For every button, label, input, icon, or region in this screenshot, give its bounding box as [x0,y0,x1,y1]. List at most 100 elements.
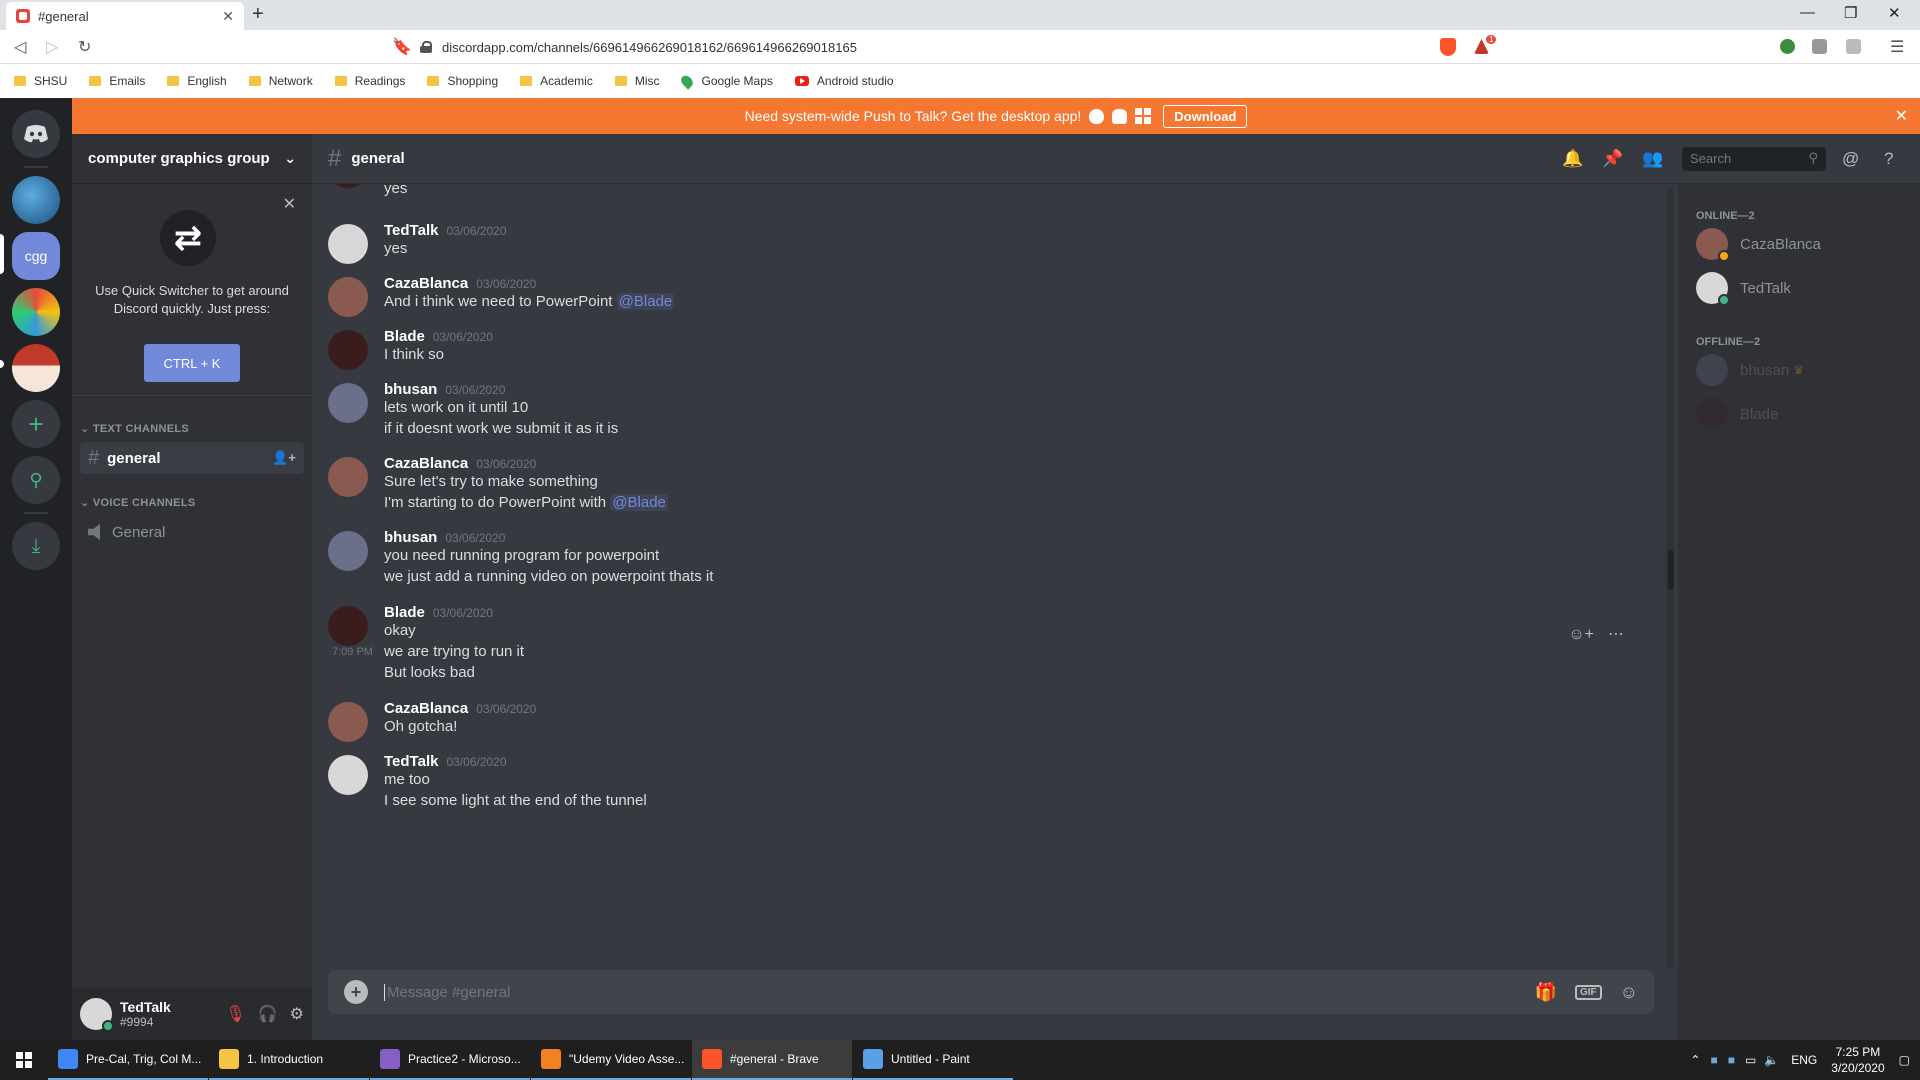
more-options-icon[interactable]: ⋯ [1608,626,1624,643]
volume-icon[interactable]: 🔈 [1764,1053,1779,1067]
tray-app-icon-2[interactable]: ■ [1728,1053,1735,1067]
text-channels-category[interactable]: ⌄ TEXT CHANNELS [80,422,189,435]
extension-globe-icon[interactable] [1780,39,1795,54]
windows-icon[interactable] [1135,108,1152,124]
download-button[interactable]: Download [1163,104,1248,128]
download-apps-icon[interactable]: ⤓ [12,522,60,570]
server-cgg[interactable]: cgg [12,232,60,280]
taskbar-app[interactable]: #general - Brave [692,1040,852,1080]
bookmark-item[interactable]: Misc [614,74,660,88]
discord-home-icon[interactable] [12,110,60,158]
gift-icon[interactable]: 🎁 [1535,982,1557,1003]
new-tab-icon[interactable]: + [252,3,264,26]
bookmark-item[interactable]: English [167,74,227,88]
bookmark-item[interactable]: Emails [89,74,145,88]
invite-icon[interactable]: 👤+ [272,450,296,466]
headphones-icon[interactable]: 🎧 [258,1004,278,1024]
user-mention[interactable]: @Blade [610,494,668,511]
banner-close-icon[interactable]: ✕ [1895,106,1908,126]
avatar[interactable] [328,224,368,264]
quick-switcher-shortcut-button[interactable]: CTRL + K [144,344,240,382]
bookmark-icon[interactable]: 🔖 [392,37,412,57]
android-icon[interactable] [1112,108,1128,124]
explore-servers-icon[interactable]: ⚲ [12,456,60,504]
url-field[interactable]: discordapp.com/channels/6696149662690181… [420,34,1430,60]
system-clock[interactable]: 7:25 PM 3/20/2020 [1831,1044,1884,1076]
mentions-icon[interactable]: @ [1842,149,1859,169]
member-item[interactable]: bhusan ♛ [1696,354,1804,386]
avatar[interactable] [80,998,114,1032]
tip-close-icon[interactable]: ✕ [283,194,296,214]
bookmark-item[interactable]: SHSU [14,74,67,88]
taskbar-app[interactable]: "Udemy Video Asse... [531,1040,691,1080]
message-author[interactable]: TedTalk [384,753,438,770]
add-server-icon[interactable]: + [12,400,60,448]
member-list-icon[interactable]: 👥 [1642,149,1663,169]
message-author[interactable]: bhusan [384,529,437,546]
avatar[interactable] [328,277,368,317]
avatar[interactable] [328,457,368,497]
bookmark-item[interactable]: Network [248,74,313,88]
message-input[interactable]: Message #general [384,983,510,1001]
input-language[interactable]: ENG [1791,1053,1817,1067]
avatar[interactable] [328,184,368,188]
taskbar-app[interactable]: 1. Introduction [209,1040,369,1080]
tray-chevron-icon[interactable]: ⌃ [1690,1053,1700,1067]
settings-gear-icon[interactable]: ⚙ [290,1004,304,1024]
channel-general[interactable]: # general 👤+ [80,442,304,474]
avatar[interactable] [328,702,368,742]
notification-bell-icon[interactable]: 🔔 [1562,149,1583,169]
extension-copy-icon[interactable] [1812,39,1827,54]
help-icon[interactable]: ? [1884,149,1893,169]
reload-icon[interactable]: ↻ [78,37,91,57]
bookmark-item[interactable]: Academic [520,74,593,88]
avatar[interactable] [328,606,368,646]
avatar[interactable] [328,755,368,795]
member-item[interactable]: TedTalk [1696,272,1791,306]
message-composer[interactable]: + Message #general 🎁 GIF ☺ [328,970,1654,1014]
bookmark-item[interactable]: Shopping [427,74,498,88]
upload-plus-icon[interactable]: + [344,980,368,1004]
taskbar-app[interactable]: Untitled - Paint [853,1040,1013,1080]
start-button[interactable] [0,1040,48,1080]
minimize-icon[interactable]: — [1800,4,1815,21]
chevron-down-icon[interactable]: ⌄ [284,150,296,167]
server-software-engineering-icon[interactable] [12,288,60,336]
network-icon[interactable]: ▭ [1745,1053,1756,1067]
add-reaction-icon[interactable]: ☺+ [1568,626,1594,643]
server-globe-icon[interactable] [12,176,60,224]
message-author[interactable]: CazaBlanca [384,455,468,472]
bookmark-item[interactable]: Readings [334,74,405,88]
emoji-icon[interactable]: ☺ [1620,982,1638,1003]
member-item[interactable]: CazaBlanca [1696,228,1821,262]
taskbar-app[interactable]: Practice2 - Microso... [370,1040,530,1080]
bookmark-item[interactable]: Android studio [794,74,894,88]
avatar[interactable] [328,531,368,571]
restore-icon[interactable]: ❐ [1844,4,1857,22]
message-author[interactable]: CazaBlanca [384,700,468,717]
gif-button[interactable]: GIF [1574,984,1602,1000]
back-icon[interactable]: ◁ [14,37,26,57]
tab-close-icon[interactable]: ✕ [222,8,234,25]
apple-icon[interactable] [1089,108,1105,124]
member-item[interactable]: Blade [1696,398,1778,430]
browser-menu-icon[interactable]: ☰ [1890,37,1904,57]
brave-shields-icon[interactable] [1440,38,1456,56]
tray-app-icon-1[interactable]: ■ [1710,1053,1717,1067]
browser-tab[interactable]: #general ✕ [6,2,244,30]
search-input[interactable]: Search ⚲ [1682,147,1826,171]
mute-mic-icon[interactable]: 🎙 [225,1004,245,1024]
message-author[interactable]: CazaBlanca [384,275,468,292]
bookmark-item[interactable]: Google Maps [678,72,773,90]
user-mention[interactable]: @Blade [616,293,675,310]
taskbar-app[interactable]: Pre-Cal, Trig, Col M... [48,1040,208,1080]
avatar[interactable] [328,330,368,370]
server-header[interactable]: computer graphics group ⌄ [72,134,312,184]
forward-icon[interactable]: ▷ [46,37,58,57]
pinned-messages-icon[interactable]: 📌 [1602,149,1623,169]
action-center-icon[interactable]: ▢ [1899,1053,1910,1067]
message-author[interactable]: bhusan [384,381,437,398]
message-author[interactable]: Blade [384,604,425,621]
voice-channels-category[interactable]: ⌄ VOICE CHANNELS [80,496,195,509]
message-author[interactable]: TedTalk [384,222,438,239]
